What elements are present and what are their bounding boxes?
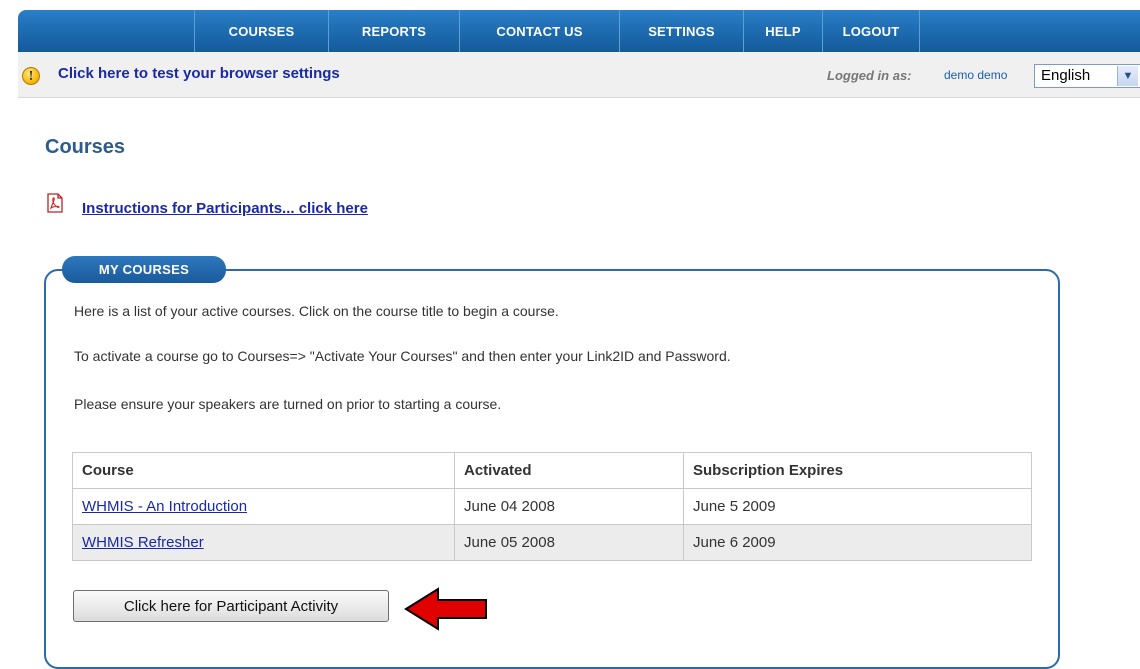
table-row: WHMIS Refresher June 05 2008 June 6 2009	[72, 524, 1032, 561]
instructions-link[interactable]: Instructions for Participants... click h…	[82, 200, 368, 217]
info-icon: !	[22, 67, 40, 85]
nav-logout[interactable]: LOGOUT	[822, 10, 920, 52]
top-nav-bar: COURSES REPORTS CONTACT US SETTINGS HELP…	[18, 10, 1140, 52]
nav-contact-us[interactable]: CONTACT US	[459, 10, 619, 52]
language-select[interactable]: English ▼	[1034, 64, 1140, 88]
expires-cell: June 6 2009	[683, 524, 1032, 561]
logged-in-user[interactable]: demo demo	[944, 68, 1007, 82]
column-header-expires: Subscription Expires	[683, 452, 1032, 489]
column-header-course: Course	[72, 452, 455, 489]
course-link[interactable]: WHMIS Refresher	[82, 534, 204, 551]
red-arrow-icon	[404, 587, 487, 631]
nav-menu: COURSES REPORTS CONTACT US SETTINGS HELP…	[194, 10, 920, 52]
participant-activity-button[interactable]: Click here for Participant Activity	[73, 590, 389, 622]
activation-instructions-text: To activate a course go to Courses=> "Ac…	[74, 348, 731, 364]
activated-cell: June 05 2008	[454, 524, 684, 561]
logged-in-label: Logged in as:	[827, 68, 912, 83]
browser-settings-link[interactable]: Click here to test your browser settings	[58, 65, 340, 82]
nav-reports[interactable]: REPORTS	[328, 10, 459, 52]
chevron-down-icon[interactable]: ▼	[1117, 66, 1138, 86]
courses-table: Course Activated Subscription Expires WH…	[72, 452, 1032, 561]
my-courses-tab: MY COURSES	[62, 256, 226, 283]
course-cell: WHMIS - An Introduction	[72, 488, 455, 525]
column-header-activated: Activated	[454, 452, 684, 489]
language-value: English	[1041, 67, 1091, 84]
page-title: Courses	[45, 136, 126, 158]
pdf-icon[interactable]	[45, 193, 65, 213]
expires-cell: June 5 2009	[683, 488, 1032, 525]
courses-intro-text: Here is a list of your active courses. C…	[74, 303, 559, 319]
nav-help[interactable]: HELP	[743, 10, 822, 52]
nav-courses[interactable]: COURSES	[194, 10, 328, 52]
course-cell: WHMIS Refresher	[72, 524, 455, 561]
table-row: WHMIS - An Introduction June 04 2008 Jun…	[72, 488, 1032, 525]
course-link[interactable]: WHMIS - An Introduction	[82, 498, 247, 515]
table-header-row: Course Activated Subscription Expires	[72, 452, 1032, 489]
activated-cell: June 04 2008	[454, 488, 684, 525]
speakers-note-text: Please ensure your speakers are turned o…	[74, 396, 502, 412]
nav-settings[interactable]: SETTINGS	[619, 10, 743, 52]
